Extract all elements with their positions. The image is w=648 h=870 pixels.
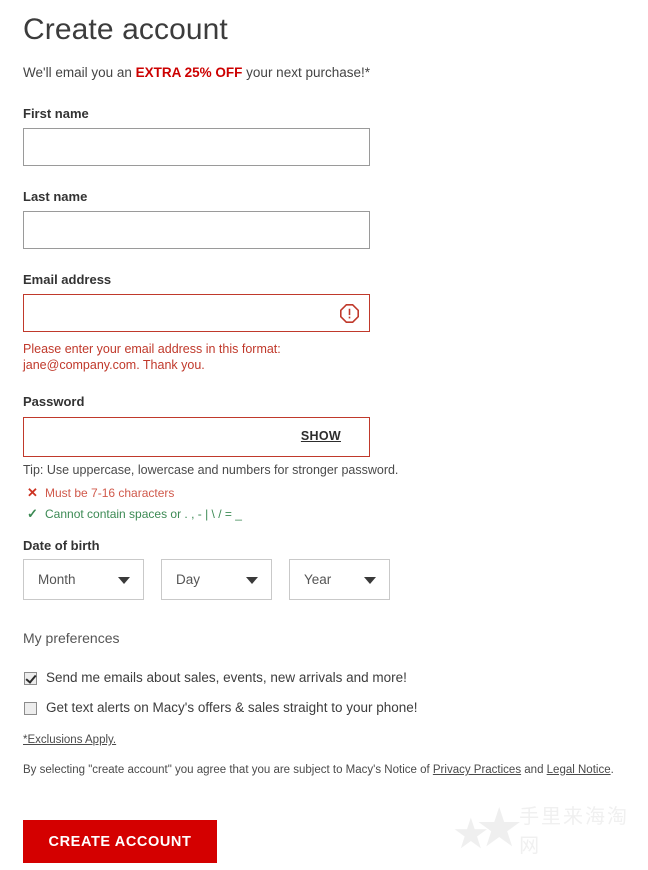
preferences-title: My preferences bbox=[23, 630, 120, 646]
privacy-practices-link[interactable]: Privacy Practices bbox=[433, 764, 521, 776]
star-icon: ★ bbox=[475, 798, 524, 858]
dob-year-value: Year bbox=[304, 572, 332, 587]
preference-email-label: Send me emails about sales, events, new … bbox=[46, 670, 407, 685]
password-tip: Tip: Use uppercase, lowercase and number… bbox=[23, 463, 399, 477]
legal-notice-link[interactable]: Legal Notice bbox=[547, 764, 611, 776]
preference-email-row[interactable]: Send me emails about sales, events, new … bbox=[24, 669, 407, 687]
dob-day-value: Day bbox=[176, 572, 201, 587]
email-error-message: Please enter your email address in this … bbox=[23, 342, 281, 372]
promo-line: We'll email you an EXTRA 25% OFF your ne… bbox=[23, 64, 370, 82]
password-input[interactable] bbox=[24, 418, 294, 456]
last-name-label: Last name bbox=[23, 189, 88, 204]
date-of-birth-row: Month Day Year bbox=[23, 559, 390, 600]
dob-month-value: Month bbox=[38, 572, 76, 587]
password-field-wrapper: SHOW bbox=[23, 417, 370, 457]
legal-text-middle: and bbox=[521, 764, 547, 776]
preference-text-label: Get text alerts on Macy's offers & sales… bbox=[46, 700, 418, 715]
watermark: ★ ★ 手里来海淘网 bbox=[452, 796, 642, 862]
watermark-text: 手里来海淘网 bbox=[519, 804, 630, 857]
legal-disclaimer: By selecting "create account" you agree … bbox=[23, 763, 614, 778]
promo-highlight: EXTRA 25% OFF bbox=[135, 65, 243, 80]
date-of-birth-label: Date of birth bbox=[23, 538, 100, 553]
email-input[interactable] bbox=[23, 294, 370, 332]
error-octagon-icon bbox=[340, 304, 359, 323]
cross-icon: ✕ bbox=[27, 485, 38, 500]
legal-text-before: By selecting "create account" you agree … bbox=[23, 764, 433, 776]
first-name-label: First name bbox=[23, 106, 89, 121]
watermark-stars: ★ ★ bbox=[452, 799, 523, 859]
star-icon: ★ bbox=[452, 810, 490, 857]
dob-year-select[interactable]: Year bbox=[289, 559, 390, 600]
promo-prefix: We'll email you an bbox=[23, 65, 136, 80]
exclusions-apply-link[interactable]: *Exclusions Apply. bbox=[23, 733, 116, 748]
preference-email-checkbox[interactable] bbox=[24, 671, 37, 685]
dob-month-select[interactable]: Month bbox=[23, 559, 144, 600]
chevron-down-icon bbox=[118, 577, 130, 584]
preference-text-row[interactable]: Get text alerts on Macy's offers & sales… bbox=[24, 699, 418, 717]
promo-suffix: your next purchase!* bbox=[242, 65, 370, 80]
check-icon: ✓ bbox=[27, 506, 38, 521]
chevron-down-icon bbox=[246, 577, 258, 584]
legal-text-after: . bbox=[610, 764, 614, 776]
show-password-link[interactable]: SHOW bbox=[301, 429, 341, 443]
first-name-input[interactable] bbox=[23, 128, 370, 166]
dob-day-select[interactable]: Day bbox=[161, 559, 272, 600]
password-rule-length: ✕ Must be 7-16 characters bbox=[27, 485, 174, 501]
preference-text-checkbox[interactable] bbox=[24, 701, 37, 715]
password-label: Password bbox=[23, 394, 85, 409]
email-label: Email address bbox=[23, 272, 112, 287]
chevron-down-icon bbox=[364, 577, 376, 584]
password-rule-characters: ✓ Cannot contain spaces or . , - | \ / = … bbox=[27, 506, 242, 522]
page-title: Create account bbox=[23, 13, 228, 46]
last-name-input[interactable] bbox=[23, 211, 370, 249]
create-account-page: Create account We'll email you an EXTRA … bbox=[0, 0, 648, 870]
password-rule-length-text: Must be 7-16 characters bbox=[45, 486, 175, 500]
password-rule-characters-text: Cannot contain spaces or . , - | \ / = _ bbox=[45, 507, 242, 521]
create-account-button[interactable]: CREATE ACCOUNT bbox=[23, 820, 217, 863]
